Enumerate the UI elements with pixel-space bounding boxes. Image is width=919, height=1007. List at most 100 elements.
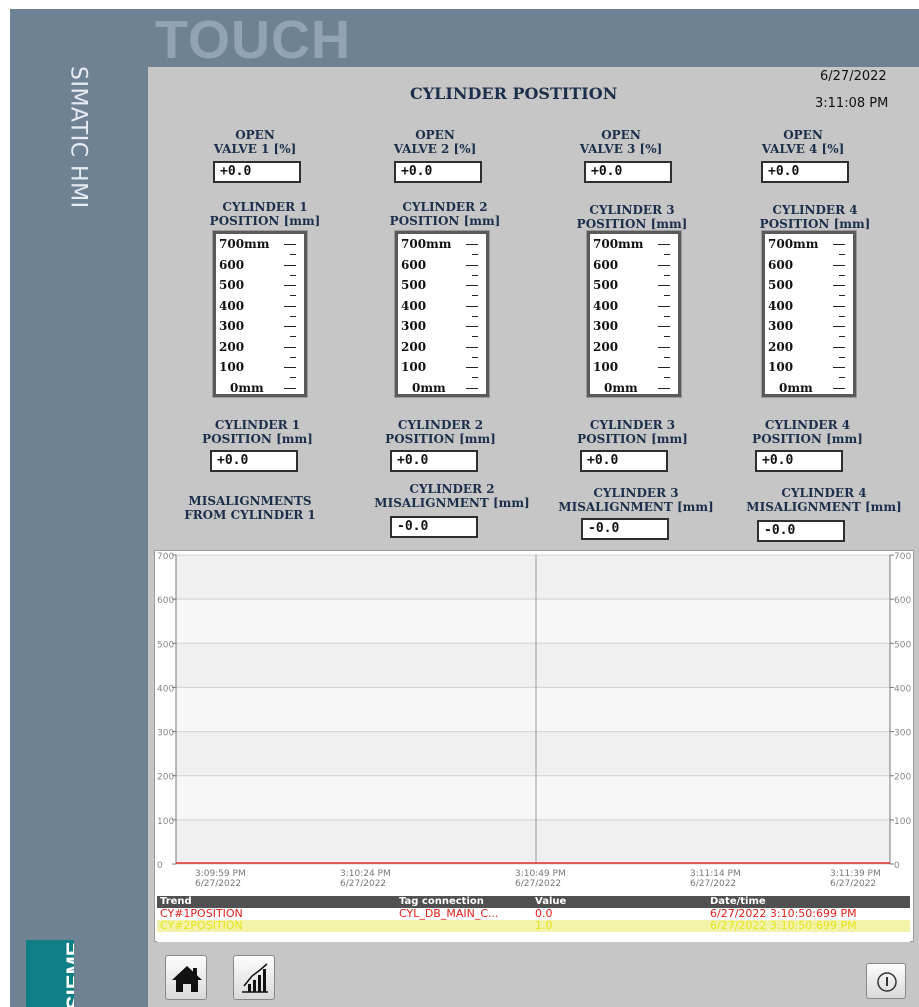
- trend-chart-icon: [242, 963, 268, 993]
- trend-button[interactable]: [233, 955, 275, 1000]
- valve-2-label: OPEN VALVE 2 [%]: [393, 128, 477, 156]
- x-axis-date-label: 6/27/2022: [515, 879, 561, 889]
- trend-band: [176, 599, 890, 644]
- legend-cell-trend: CY#2POSITION: [160, 920, 243, 932]
- cylinder-2-misalignment-field[interactable]: -0.0: [390, 516, 478, 538]
- bar-minor-tick: [472, 315, 478, 317]
- x-axis-date-label: 6/27/2022: [340, 879, 386, 889]
- y-axis-label-right: 200: [894, 773, 911, 783]
- power-info-button[interactable]: [866, 963, 906, 999]
- bar-major-tick: [284, 244, 296, 245]
- bar-minor-tick: [290, 336, 296, 337]
- cylinder-1-position-field[interactable]: +0.0: [210, 450, 298, 472]
- bar-scale-label: 200: [768, 339, 794, 354]
- bar-scale-label: 300: [768, 319, 794, 333]
- legend-row[interactable]: CY#2POSITION 1.0 6/27/2022 3:10:50:699 PM: [157, 920, 910, 932]
- bar-scale-label: 100: [593, 360, 619, 374]
- bar-major-tick: [833, 285, 845, 286]
- bar-major-tick: [658, 387, 670, 389]
- legend-cell-tag: CYL_DB_MAIN_C...: [399, 908, 499, 920]
- bar-major-tick: [284, 305, 296, 307]
- info-power-icon: [877, 972, 897, 992]
- y-axis-label: 600: [157, 596, 174, 606]
- siemens-logo: SIEMENS: [26, 940, 74, 1007]
- legend-col-value: Value: [535, 896, 567, 907]
- cylinder-3-bar-graph: 700mm 600 500 400 300 200 100 0mm: [586, 230, 682, 398]
- bar-scale-label: 600: [401, 257, 427, 272]
- cylinder-1-bar-graph: 700mm 600 500 400 300 200 100 0mm: [212, 230, 308, 398]
- bar-scale-label: 200: [401, 339, 427, 354]
- bar-minor-tick: [664, 315, 670, 317]
- x-axis-time-label: 3:09:59 PM: [195, 869, 246, 879]
- legend-row[interactable]: CY#1POSITION CYL_DB_MAIN_C... 0.0 6/27/2022…: [157, 908, 910, 920]
- cylinder-4-misalignment-label: CYLINDER 4 MISALIGNMENT [mm]: [746, 486, 902, 514]
- x-axis-time-label: 3:10:49 PM: [515, 869, 566, 879]
- bar-minor-tick: [839, 315, 845, 317]
- bar-minor-tick: [839, 336, 845, 337]
- bar-major-tick: [466, 326, 478, 327]
- cylinder-3-misalignment-label: CYLINDER 3 MISALIGNMENT [mm]: [558, 486, 714, 514]
- trend-view[interactable]: 700 700 600 600 500 500 400 400 300 300 200 200 100 1…: [154, 550, 914, 942]
- bar-scale-label: 100: [219, 360, 245, 374]
- valve-4-label: OPEN VALVE 4 [%]: [761, 128, 845, 156]
- cylinder-3-position-field[interactable]: +0.0: [580, 450, 668, 472]
- bar-major-tick: [658, 264, 670, 266]
- legend-cell-trend: CY#1POSITION: [160, 908, 243, 920]
- date-display: 6/27/2022: [820, 69, 887, 84]
- bar-minor-tick: [290, 295, 296, 296]
- siemens-logo-text: SIEMENS: [62, 940, 74, 1007]
- bar-scale-label: 500: [593, 278, 619, 292]
- cylinder-1-position-label: CYLINDER 1 POSITION [mm]: [202, 418, 313, 446]
- cylinder-4-position-field[interactable]: +0.0: [755, 450, 843, 472]
- bar-minor-tick: [664, 356, 670, 358]
- time-display: 3:11:08 PM: [815, 96, 889, 111]
- bar-major-tick: [284, 264, 296, 266]
- y-axis-label: 300: [157, 729, 174, 739]
- bar-major-tick: [466, 387, 478, 389]
- x-axis-date-label: 6/27/2022: [195, 879, 241, 889]
- home-button[interactable]: [165, 955, 207, 1000]
- bar-major-tick: [658, 367, 670, 368]
- trend-legend-table[interactable]: Trend Tag connection Value Date/time CY#…: [157, 896, 910, 942]
- bar-scale-label: 400: [401, 298, 427, 313]
- cylinder-2-bar-graph: 700mm 600 500 400 300 200 100 0mm: [394, 230, 490, 398]
- simatic-hmi-label: SIMATIC HMI: [65, 66, 91, 209]
- bar-major-tick: [284, 346, 296, 348]
- valve-4-field[interactable]: +0.0: [761, 161, 849, 183]
- valve-1-label: OPEN VALVE 1 [%]: [213, 128, 297, 156]
- bar-major-tick: [833, 305, 845, 307]
- valve-1-field[interactable]: +0.0: [213, 161, 301, 183]
- bar-scale-label: 100: [768, 360, 794, 374]
- bar-minor-tick: [290, 377, 296, 378]
- y-axis-label-right: 700: [894, 552, 911, 562]
- bar-minor-tick: [472, 356, 478, 358]
- bar-major-tick: [658, 285, 670, 286]
- cylinder-4-bar-title: CYLINDER 4 POSITION [mm]: [759, 203, 871, 231]
- bar-major-tick: [466, 285, 478, 286]
- bar-major-tick: [466, 264, 478, 266]
- bar-scale-label: 0mm: [412, 380, 446, 395]
- cylinder-2-position-label: CYLINDER 2 POSITION [mm]: [385, 418, 496, 446]
- misalignments-header: MISALIGNMENTS FROM CYLINDER 1: [184, 494, 316, 522]
- bar-scale-label: 400: [219, 298, 245, 313]
- bar-major-tick: [658, 346, 670, 348]
- y-axis-label-right: 100: [894, 817, 911, 827]
- bar-scale-label: 700mm: [593, 237, 644, 251]
- bar-minor-tick: [290, 274, 296, 276]
- bar-minor-tick: [290, 356, 296, 358]
- bar-scale-label: 600: [219, 257, 245, 272]
- bar-minor-tick: [839, 356, 845, 358]
- bar-scale-label: 500: [768, 278, 794, 292]
- bar-scale-label: 700mm: [219, 237, 270, 251]
- bar-scale-label: 500: [401, 278, 427, 292]
- bar-major-tick: [466, 346, 478, 348]
- bar-major-tick: [466, 305, 478, 307]
- cylinder-2-position-field[interactable]: +0.0: [390, 450, 478, 472]
- valve-3-label: OPEN VALVE 3 [%]: [579, 128, 663, 156]
- bar-scale-label: 600: [593, 257, 619, 272]
- valve-2-field[interactable]: +0.0: [394, 161, 482, 183]
- cylinder-4-misalignment-field[interactable]: -0.0: [757, 520, 845, 542]
- cylinder-3-misalignment-field[interactable]: -0.0: [581, 518, 669, 540]
- valve-3-field[interactable]: +0.0: [584, 161, 672, 183]
- bar-scale-label: 500: [219, 278, 245, 292]
